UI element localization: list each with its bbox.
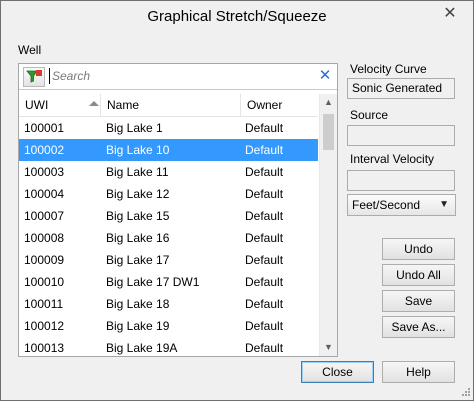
help-button[interactable]: Help <box>382 361 455 383</box>
column-header-owner-label: Owner <box>247 98 283 112</box>
close-window-icon[interactable]: ✕ <box>432 1 468 25</box>
source-field <box>347 125 455 146</box>
table-row[interactable]: 100002 Big Lake 10 Default <box>19 139 318 161</box>
column-header-owner[interactable]: Owner <box>241 94 318 116</box>
cell-name: Big Lake 19 <box>106 319 170 333</box>
table-row[interactable]: 100004 Big Lake 12 Default <box>19 183 318 205</box>
column-header-name[interactable]: Name <box>101 94 241 116</box>
table-row[interactable]: 100008 Big Lake 16 Default <box>19 227 318 249</box>
column-header-name-label: Name <box>107 98 140 112</box>
interval-velocity-field <box>347 170 455 191</box>
cell-uwi: 100004 <box>24 187 65 201</box>
table-row[interactable]: 100007 Big Lake 15 Default <box>19 205 318 227</box>
scroll-up-icon[interactable]: ▲ <box>320 94 337 111</box>
cell-name: Big Lake 18 <box>106 297 170 311</box>
scrollbar-thumb[interactable] <box>323 114 334 150</box>
scroll-down-icon[interactable]: ▼ <box>320 339 337 356</box>
title-bar: Graphical Stretch/Squeeze ✕ <box>1 1 473 32</box>
cell-owner: Default <box>245 209 284 223</box>
undo-all-button[interactable]: Undo All <box>382 264 455 286</box>
dialog-window: Graphical Stretch/Squeeze ✕ Well ✕ UWI N… <box>0 0 474 401</box>
cell-owner: Default <box>245 297 284 311</box>
cell-owner: Default <box>245 143 284 157</box>
cell-owner: Default <box>245 275 284 289</box>
cell-name: Big Lake 17 DW1 <box>106 275 200 289</box>
column-header-uwi[interactable]: UWI <box>19 94 101 116</box>
close-button[interactable]: Close <box>301 361 374 383</box>
table-row[interactable]: 100013 Big Lake 19A Default <box>19 337 318 355</box>
units-select[interactable]: Feet/Second ▼ <box>347 194 456 216</box>
units-select-value: Feet/Second <box>352 198 421 212</box>
cell-uwi: 100009 <box>24 253 65 267</box>
well-list-panel: ✕ UWI Name Owner 100001 Big Lake 1 Default… <box>18 63 338 357</box>
column-header-uwi-label: UWI <box>25 98 49 112</box>
undo-button[interactable]: Undo <box>382 238 455 260</box>
cell-owner: Default <box>245 253 284 267</box>
cell-name: Big Lake 17 <box>106 253 170 267</box>
cell-owner: Default <box>245 187 284 201</box>
cell-name: Big Lake 10 <box>106 143 170 157</box>
interval-velocity-label: Interval Velocity <box>350 152 435 166</box>
table-row[interactable]: 100003 Big Lake 11 Default <box>19 161 318 183</box>
cell-name: Big Lake 12 <box>106 187 170 201</box>
sort-ascending-icon <box>89 101 99 106</box>
cell-name: Big Lake 1 <box>106 121 163 135</box>
table-row[interactable]: 100001 Big Lake 1 Default <box>19 117 318 139</box>
resize-grip-icon[interactable] <box>459 387 471 399</box>
save-button[interactable]: Save <box>382 290 455 312</box>
table-row[interactable]: 100010 Big Lake 17 DW1 Default <box>19 271 318 293</box>
cell-uwi: 100013 <box>24 341 65 355</box>
well-label: Well <box>18 43 42 57</box>
cell-owner: Default <box>245 341 284 355</box>
cell-owner: Default <box>245 121 284 135</box>
cell-owner: Default <box>245 319 284 333</box>
clear-search-icon[interactable]: ✕ <box>317 68 333 84</box>
search-bar: ✕ <box>19 64 337 90</box>
cell-uwi: 100008 <box>24 231 65 245</box>
cell-name: Big Lake 19A <box>106 341 178 355</box>
save-as-button[interactable]: Save As... <box>382 316 455 338</box>
cell-name: Big Lake 15 <box>106 209 170 223</box>
table-row[interactable]: 100012 Big Lake 19 Default <box>19 315 318 337</box>
chevron-down-icon: ▼ <box>439 199 449 210</box>
filter-funnel-icon <box>26 70 42 83</box>
velocity-curve-field: Sonic Generated <box>347 78 455 99</box>
source-label: Source <box>350 108 389 122</box>
cell-uwi: 100001 <box>24 121 65 135</box>
cell-name: Big Lake 16 <box>106 231 170 245</box>
velocity-curve-label: Velocity Curve <box>350 62 427 76</box>
table-row[interactable]: 100009 Big Lake 17 Default <box>19 249 318 271</box>
cell-owner: Default <box>245 231 284 245</box>
table-row[interactable]: 100011 Big Lake 18 Default <box>19 293 318 315</box>
cell-uwi: 100003 <box>24 165 65 179</box>
window-title: Graphical Stretch/Squeeze <box>147 8 327 25</box>
cell-uwi: 100002 <box>24 143 65 157</box>
cell-owner: Default <box>245 165 284 179</box>
cell-uwi: 100012 <box>24 319 65 333</box>
well-table-body: 100001 Big Lake 1 Default 100002 Big Lake 10… <box>19 117 318 355</box>
cell-uwi: 100010 <box>24 275 65 289</box>
cell-uwi: 100007 <box>24 209 65 223</box>
table-header: UWI Name Owner <box>19 94 318 117</box>
cell-uwi: 100011 <box>24 297 64 311</box>
search-input[interactable] <box>49 68 312 84</box>
vertical-scrollbar[interactable]: ▲ ▼ <box>319 94 337 356</box>
cell-name: Big Lake 11 <box>106 165 169 179</box>
filter-button[interactable] <box>23 67 45 87</box>
